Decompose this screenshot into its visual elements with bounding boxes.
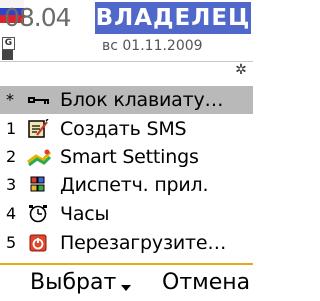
operator-name: ВЛАДЕЛЕЦ [95,2,251,34]
menu-item-number: 4 [6,204,17,223]
menu-item-number: 3 [6,175,17,194]
menu-item-restart[interactable]: 5 Перезагрузите… [0,229,253,257]
menu-item-label: Smart Settings [60,146,199,168]
menu-item-number: 5 [6,233,17,252]
cancel-softkey[interactable]: Отмена [162,269,250,297]
menu-item-label: Часы [60,203,110,225]
signal-indicator-icon [2,50,13,60]
menu-item-number: * [6,90,14,109]
clock-icon [27,204,49,224]
network-type-badge: G [2,37,15,50]
restart-icon [27,233,49,253]
smart-settings-icon [27,147,52,167]
menu-item-number: 1 [6,119,17,138]
compose-message-icon [27,118,49,139]
menu-item-clock[interactable]: 4 Часы [0,200,253,228]
menu-item-label: Создать SMS [60,118,187,140]
dropdown-arrow-icon [121,285,131,291]
menu-item-label: Блок клавиату… [60,89,224,111]
menu-item-smart-settings[interactable]: 2 Smart Settings [0,143,253,171]
header-divider [0,61,253,62]
menu-item-number: 2 [6,147,17,166]
menu-item-create-sms[interactable]: 1 Создать SMS [0,115,253,143]
clock-date: 08.04 [4,3,72,32]
menu-item-app-manager[interactable]: 3 Диспетч. прил. [0,171,253,199]
app-manager-icon [27,175,49,195]
select-softkey[interactable]: Выбрат [30,269,116,297]
weekday-date: вс 01.11.2009 [102,38,203,54]
gear-icon: ✲ [235,62,247,78]
menu-item-keypad-lock[interactable]: * Блок клавиату… [0,86,253,114]
menu-item-label: Диспетч. прил. [60,174,209,196]
key-icon [27,90,49,110]
menu-item-label: Перезагрузите… [60,232,227,254]
